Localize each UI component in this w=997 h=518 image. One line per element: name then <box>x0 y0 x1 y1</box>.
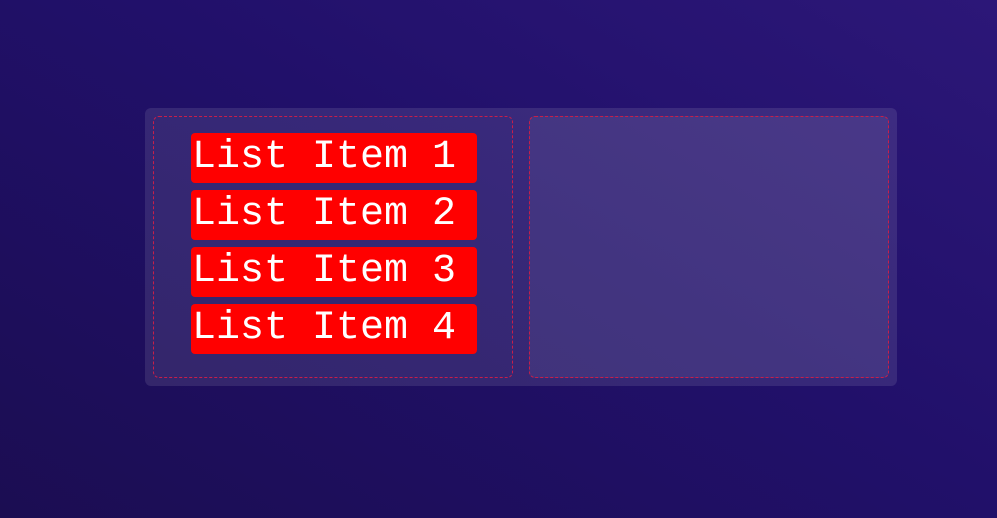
list-item-2[interactable]: List Item 2 <box>191 190 477 240</box>
list-item-3[interactable]: List Item 3 <box>191 247 477 297</box>
source-dropzone[interactable]: List Item 1 List Item 2 List Item 3 List… <box>153 116 513 378</box>
source-list: List Item 1 List Item 2 List Item 3 List… <box>191 133 477 361</box>
drag-drop-panel: List Item 1 List Item 2 List Item 3 List… <box>145 108 897 386</box>
list-item-4[interactable]: List Item 4 <box>191 304 477 354</box>
target-dropzone[interactable] <box>529 116 889 378</box>
list-item-1[interactable]: List Item 1 <box>191 133 477 183</box>
